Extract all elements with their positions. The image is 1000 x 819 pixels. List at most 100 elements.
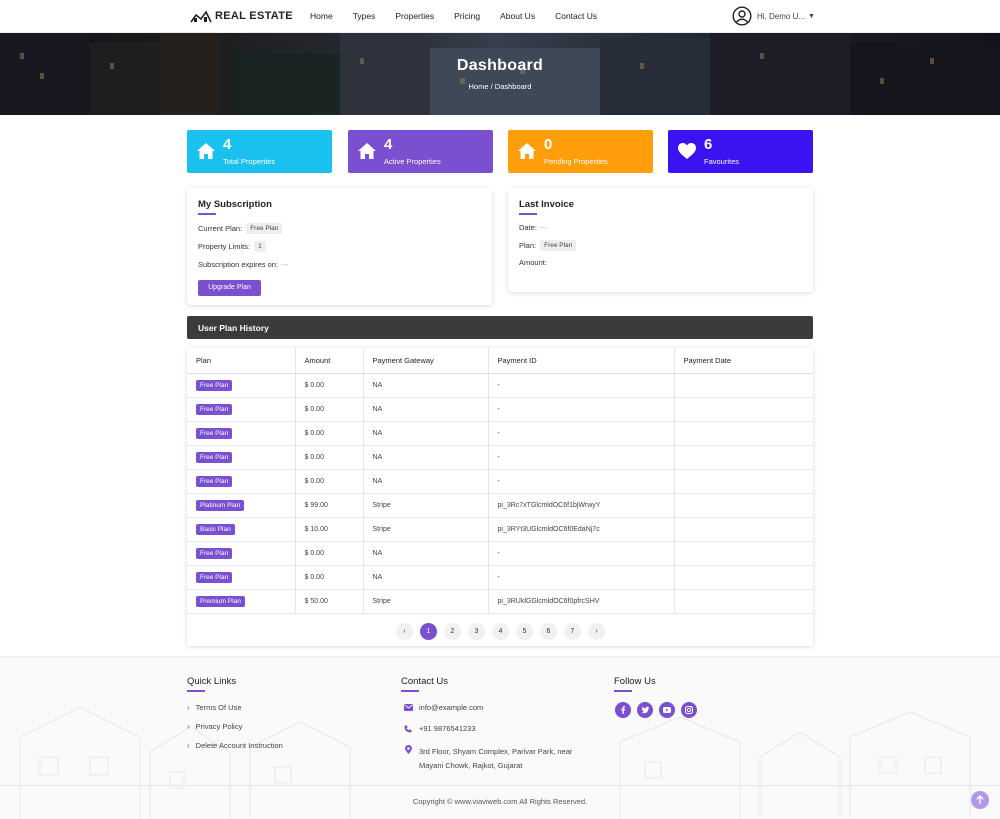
subscription-title: My Subscription [198,199,272,210]
page-2-button[interactable]: 2 [444,623,461,640]
plan-badge: Free Plan [196,427,233,439]
pagination-prev-button[interactable]: ‹ [396,623,413,640]
page-hero: Dashboard Home / Dashboard [0,33,1000,115]
location-pin-icon [403,745,413,754]
plan-history-title: User Plan History [198,323,269,333]
invoice-plan-label: Plan: [519,241,537,250]
cell-gateway: NA [363,373,489,398]
page-1-button[interactable]: 1 [420,623,437,640]
facebook-icon[interactable] [615,702,631,718]
footer-link-terms[interactable]: › Terms Of Use [187,703,242,712]
logo[interactable]: REAL ESTATE [190,9,293,23]
footer-link-delete-account[interactable]: › Delete Account Instruction [187,741,283,750]
user-menu[interactable]: Hi, Demo U... ▼ [732,6,815,26]
copyright-text: Copyright © www.viaviweb.com All Rights … [412,797,588,806]
stat-total-properties[interactable]: 4 Total Properties [187,130,332,173]
title-underline [187,690,205,692]
cell-date [674,397,813,422]
footer-divider [0,785,1000,786]
quick-links-title: Quick Links [187,676,237,687]
cell-gateway: NA [363,421,489,446]
nav-types[interactable]: Types [353,11,376,21]
phone-icon [403,725,413,733]
invoice-date-row: Date: --- [519,223,547,232]
title-underline [614,690,632,692]
stat-favourites[interactable]: 6 Favourites [668,130,813,173]
cell-payment-id: - [488,469,675,494]
user-avatar-icon [732,6,752,26]
page-6-button[interactable]: 6 [540,623,557,640]
envelope-icon [403,704,413,711]
nav-pricing[interactable]: Pricing [454,11,480,21]
page-3-button[interactable]: 3 [468,623,485,640]
table-row: Free Plan $ 0.00 NA - [187,421,813,446]
stat-label: Favourites [704,157,740,166]
invoice-plan-row: Plan: Free Plan [519,240,577,251]
stat-active-properties[interactable]: 4 Active Properties [348,130,493,173]
nav-contact-us[interactable]: Contact Us [555,11,597,21]
cell-plan: Free Plan [187,541,296,566]
cell-gateway: NA [363,469,489,494]
footer-link-label: Terms Of Use [195,703,242,712]
cell-payment-id: pi_3RYt3UGlcmldOC6f0EdaNj7c [488,517,675,542]
pagination: ‹ 1 2 3 4 5 6 7 › [396,623,612,640]
home-icon [197,143,215,159]
stat-pending-properties[interactable]: 0 Pending Properties [508,130,653,173]
table-header-row: Plan Amount Payment Gateway Payment ID P… [187,348,813,374]
invoice-panel: Last Invoice Date: --- Plan: Free Plan A… [508,188,813,292]
plan-history-table: Plan Amount Payment Gateway Payment ID P… [187,348,813,614]
home-icon [518,143,536,159]
footer-houses-illustration [19,706,971,817]
footer-email[interactable]: info@example.com [403,703,483,712]
youtube-icon[interactable] [659,702,675,718]
chevron-down-icon: ▼ [808,12,815,20]
cell-amount: $ 0.00 [295,373,364,398]
col-payment-id: Payment ID [488,348,675,374]
footer-email-text: info@example.com [419,703,484,712]
col-payment-date: Payment Date [674,348,813,374]
cell-plan: Platinum Plan [187,493,296,518]
cell-date [674,541,813,566]
chevron-right-icon: › [187,722,190,731]
twitter-icon[interactable] [637,702,653,718]
cell-amount: $ 0.00 [295,421,364,446]
col-plan: Plan [187,348,296,374]
invoice-date-label: Date: [519,223,537,232]
breadcrumb[interactable]: Home / Dashboard [0,82,1000,91]
cell-amount: $ 50.00 [295,589,364,614]
address-line-2: Mayani Chowk, Rajkot, Gujarat [419,761,523,770]
cell-amount: $ 0.00 [295,469,364,494]
page-title: Dashboard [456,57,544,74]
cell-payment-id: pi_3Rc7xTGlcmldOC6f1bjWrwyY [488,493,675,518]
upgrade-plan-button[interactable]: Upgrade Plan [198,280,261,296]
cell-amount: $ 0.00 [295,397,364,422]
nav-properties[interactable]: Properties [395,11,434,21]
cell-amount: $ 0.00 [295,565,364,590]
cell-gateway: Stripe [363,589,489,614]
address-line-1: 3rd Floor, Shyam Complex, Parivar Park, … [419,747,573,756]
scroll-to-top-button[interactable] [971,791,989,809]
footer-address-text: 3rd Floor, Shyam Complex, Parivar Park, … [419,745,572,773]
cell-date [674,421,813,446]
table-row: Free Plan $ 0.00 NA - [187,541,813,566]
footer-link-label: Privacy Policy [195,722,243,731]
nav-home[interactable]: Home [310,11,333,21]
instagram-icon[interactable] [681,702,697,718]
nav-about-us[interactable]: About Us [500,11,535,21]
table-row: Free Plan $ 0.00 NA - [187,445,813,470]
cell-plan: Premium Plan [187,589,296,614]
footer-phone[interactable]: +91 9876541233 [403,724,476,733]
page-4-button[interactable]: 4 [492,623,509,640]
footer-link-privacy[interactable]: › Privacy Policy [187,722,242,731]
current-plan-label: Current Plan: [198,224,243,233]
page-5-button[interactable]: 5 [516,623,533,640]
cell-plan: Free Plan [187,445,296,470]
cell-payment-id: - [488,565,675,590]
table-row: Free Plan $ 0.00 NA - [187,373,813,398]
pagination-next-button[interactable]: › [588,623,605,640]
cell-plan: Free Plan [187,397,296,422]
plan-badge: Basic Plan [196,523,235,535]
logo-text: REAL ESTATE [215,10,293,22]
cell-amount: $ 0.00 [295,445,364,470]
page-7-button[interactable]: 7 [564,623,581,640]
